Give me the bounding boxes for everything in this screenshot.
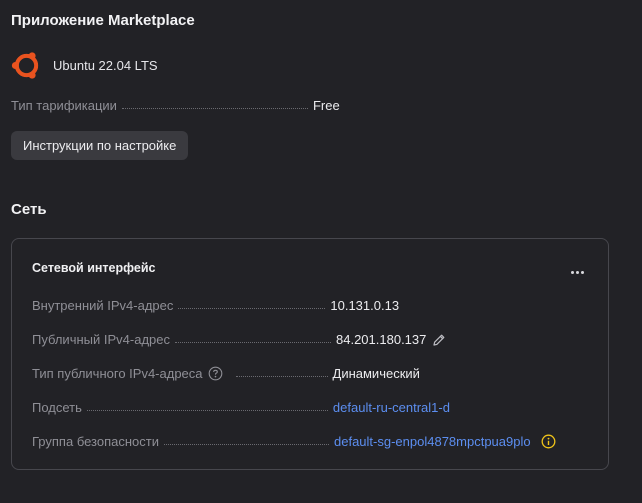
security-group-link[interactable]: default-sg-enpol4878mpctpua9plo [334, 434, 531, 449]
network-section-title: Сеть [11, 201, 47, 218]
public-ipv4-type-value: Динамический [332, 366, 420, 381]
app-name: Ubuntu 22.04 LTS [53, 58, 158, 73]
dotted-leader [86, 409, 328, 411]
marketplace-app: Ubuntu 22.04 LTS [11, 50, 158, 81]
subnet-row: Подсеть default-ru-central1-d [32, 400, 450, 415]
dotted-leader [175, 341, 331, 343]
public-ipv4-row: Публичный IPv4-адрес 84.201.180.137 [32, 332, 446, 347]
internal-ipv4-label: Внутренний IPv4-адрес [32, 298, 174, 313]
subnet-link[interactable]: default-ru-central1-d [333, 400, 450, 415]
marketplace-section-title: Приложение Marketplace [11, 12, 195, 29]
internal-ipv4-row: Внутренний IPv4-адрес 10.131.0.13 [32, 298, 399, 313]
help-icon[interactable] [208, 366, 223, 381]
billing-type-label: Тип тарификации [11, 98, 117, 113]
public-ipv4-type-label: Тип публичного IPv4-адреса [32, 366, 223, 381]
billing-type-value: Free [312, 98, 340, 113]
security-group-row: Группа безопасности default-sg-enpol4878… [32, 434, 556, 449]
public-ipv4-type-text: Тип публичного IPv4-адреса [32, 366, 203, 381]
pencil-icon[interactable] [432, 333, 446, 347]
ubuntu-logo-icon [11, 51, 41, 80]
public-ipv4-value: 84.201.180.137 [336, 332, 446, 347]
dotted-leader [164, 443, 329, 445]
setup-instructions-button[interactable]: Инструкции по настройке [11, 131, 189, 160]
dotted-leader [121, 107, 308, 109]
network-interface-card: Сетевой интерфейс Внутренний IPv4-адрес … [11, 238, 609, 470]
dotted-leader [178, 307, 326, 309]
public-ipv4-type-row: Тип публичного IPv4-адреса Динамический [32, 366, 420, 381]
info-icon[interactable] [541, 434, 556, 449]
ellipsis-icon[interactable] [566, 263, 588, 281]
public-ipv4-text: 84.201.180.137 [336, 332, 427, 347]
internal-ipv4-value: 10.131.0.13 [330, 298, 400, 313]
subnet-label: Подсеть [32, 400, 82, 415]
billing-type-row: Тип тарификации Free [11, 98, 340, 113]
card-title: Сетевой интерфейс [32, 261, 156, 275]
security-group-value: default-sg-enpol4878mpctpua9plo [334, 434, 556, 449]
security-group-label: Группа безопасности [32, 434, 159, 449]
public-ipv4-label: Публичный IPv4-адрес [32, 332, 170, 347]
dotted-leader [235, 375, 328, 377]
